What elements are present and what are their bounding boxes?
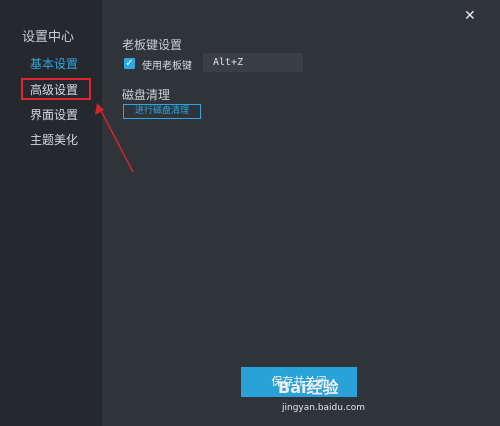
watermark-brand: Bai经验 xyxy=(278,378,339,397)
watermark-url: jingyan.baidu.com xyxy=(282,403,366,413)
annotation-arrow xyxy=(95,103,134,173)
settings-window: 设置中心 基本设置 高级设置 界面设置 主题美化 ✕ 老板键设置 ✓ 使用老板键… xyxy=(0,0,500,426)
